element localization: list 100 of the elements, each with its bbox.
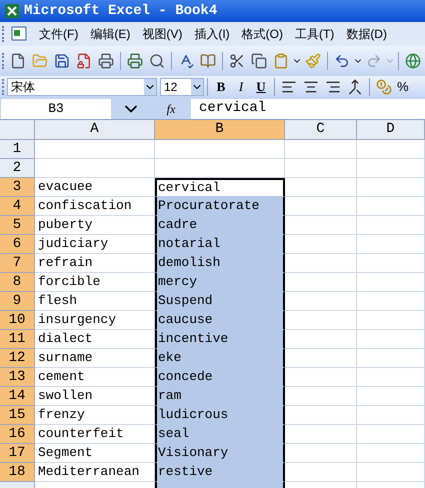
- table-cell: [285, 406, 357, 425]
- menu-item[interactable]: 数据(D): [340, 25, 393, 43]
- name-box[interactable]: B3: [1, 98, 151, 118]
- table-cell: surname: [35, 349, 155, 368]
- table-cell: dialect: [35, 330, 155, 349]
- table-cell: [357, 159, 425, 178]
- bold-button[interactable]: B: [211, 77, 231, 97]
- table-cell: [357, 387, 425, 406]
- column-header[interactable]: C: [285, 120, 357, 140]
- table-cell: notarial: [155, 235, 285, 254]
- spreadsheet-icon: [4, 3, 20, 19]
- table-cell: caucuse: [155, 311, 285, 330]
- table-cell: [285, 254, 357, 273]
- table-cell: [357, 330, 425, 349]
- table-cell: Procuratorate: [155, 197, 285, 216]
- table-cell: puberty: [35, 216, 155, 235]
- table-cell: [285, 444, 357, 463]
- row-header[interactable]: 7: [0, 254, 35, 273]
- table-cell: ludicrous: [155, 406, 285, 425]
- menu-item[interactable]: 格式(O): [236, 25, 289, 43]
- table-cell: frenzy: [35, 406, 155, 425]
- table-cell: incentive: [155, 330, 285, 349]
- row-header[interactable]: 10: [0, 311, 35, 330]
- menu-item[interactable]: 工具(T): [288, 25, 340, 43]
- table-cell: [357, 235, 425, 254]
- menu-item[interactable]: 插入(I): [188, 25, 236, 43]
- table-cell: [357, 463, 425, 482]
- row-header[interactable]: 1: [0, 140, 35, 159]
- row-header[interactable]: 9: [0, 292, 35, 311]
- table-cell: mercy: [155, 273, 285, 292]
- workbook-icon[interactable]: [11, 26, 29, 42]
- table-cell: insurgency: [35, 311, 155, 330]
- table-cell: [357, 254, 425, 273]
- underline-button[interactable]: U: [251, 77, 271, 97]
- table-cell: [285, 311, 357, 330]
- row-header[interactable]: 14: [0, 387, 35, 406]
- table-cell: [285, 178, 357, 197]
- column-header[interactable]: A: [35, 120, 155, 140]
- table-cell: [285, 368, 357, 387]
- row-header[interactable]: 17: [0, 444, 35, 463]
- function-label[interactable]: fx: [151, 100, 191, 118]
- table-cell: [285, 349, 357, 368]
- table-cell: judiciary: [35, 235, 155, 254]
- column-header[interactable]: B: [155, 120, 285, 140]
- table-cell: [285, 235, 357, 254]
- table-cell: swollen: [35, 387, 155, 406]
- row-header[interactable]: 3: [0, 178, 35, 197]
- table-cell: [285, 292, 357, 311]
- table-cell: restive: [155, 463, 285, 482]
- table-cell: evacuee: [35, 178, 155, 197]
- row-header[interactable]: 16: [0, 425, 35, 444]
- table-cell: eke: [155, 349, 285, 368]
- menu-item[interactable]: 文件(F): [33, 25, 84, 43]
- table-cell: [285, 330, 357, 349]
- table-cell: counterfeit: [35, 425, 155, 444]
- row-header[interactable]: 4: [0, 197, 35, 216]
- row-header[interactable]: 13: [0, 368, 35, 387]
- table-cell: Mediterranean: [35, 463, 155, 482]
- table-cell: seal: [155, 425, 285, 444]
- table-cell: [285, 387, 357, 406]
- table-cell: [285, 273, 357, 292]
- window-title: Microsoft Excel - Book4: [24, 2, 218, 20]
- table-cell: cervical: [155, 178, 285, 197]
- row-header[interactable]: 12: [0, 349, 35, 368]
- row-header[interactable]: 15: [0, 406, 35, 425]
- table-cell: [357, 197, 425, 216]
- table-cell: concede: [155, 368, 285, 387]
- font-size-dropdown[interactable]: 12: [160, 78, 204, 96]
- table-cell: [285, 425, 357, 444]
- table-cell: flesh: [35, 292, 155, 311]
- font-dropdown[interactable]: 宋体: [7, 78, 157, 96]
- table-cell: [285, 463, 357, 482]
- row-header[interactable]: 6: [0, 235, 35, 254]
- table-cell: [357, 140, 425, 159]
- table-cell: [285, 216, 357, 235]
- table-cell: [357, 178, 425, 197]
- menu-item[interactable]: 视图(V): [136, 25, 188, 43]
- italic-button[interactable]: I: [231, 77, 251, 97]
- table-cell: [357, 368, 425, 387]
- table-cell: Suspend: [155, 292, 285, 311]
- table-cell: Visionary: [155, 444, 285, 463]
- table-cell: [357, 292, 425, 311]
- percent-button[interactable]: %: [395, 77, 409, 97]
- table-cell: [357, 216, 425, 235]
- table-cell: [357, 425, 425, 444]
- table-cell: cadre: [155, 216, 285, 235]
- caret-icon: [191, 79, 203, 95]
- table-cell: forcible: [35, 273, 155, 292]
- table-cell: [285, 197, 357, 216]
- formula-field[interactable]: cervical: [191, 98, 425, 118]
- table-cell: Segment: [35, 444, 155, 463]
- table-cell: [285, 140, 357, 159]
- row-header[interactable]: 11: [0, 330, 35, 349]
- row-header[interactable]: 5: [0, 216, 35, 235]
- table-cell: [357, 311, 425, 330]
- row-header[interactable]: 18: [0, 463, 35, 482]
- row-header[interactable]: 8: [0, 273, 35, 292]
- row-header[interactable]: 2: [0, 159, 35, 178]
- column-header[interactable]: D: [357, 120, 425, 140]
- menu-item[interactable]: 编辑(E): [84, 25, 136, 43]
